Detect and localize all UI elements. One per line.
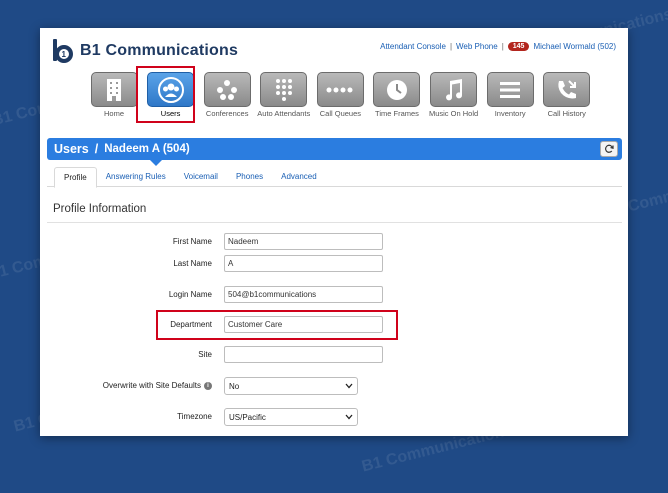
breadcrumb-separator: / — [94, 142, 99, 156]
overwrite-label-text: Overwrite with Site Defaults — [102, 381, 201, 390]
section-divider — [47, 222, 622, 223]
chevron-down-icon — [345, 383, 353, 389]
nav-inventory-label: Inventory — [494, 109, 526, 118]
tab-phones[interactable]: Phones — [227, 167, 272, 187]
site-field[interactable] — [224, 346, 383, 363]
chevron-down-icon — [345, 414, 353, 420]
tab-profile[interactable]: Profile — [54, 167, 97, 188]
nav-auto-attendants[interactable]: Auto Attendants — [256, 72, 312, 118]
nav-conferences-label: Conferences — [205, 109, 249, 118]
nav-home[interactable]: Home — [86, 72, 142, 118]
page-title: Nadeem A (504) — [104, 143, 190, 155]
nav-time-frames-label: Time Frames — [375, 109, 419, 118]
nav-time-frames[interactable]: Time Frames — [369, 72, 425, 118]
login-name-field[interactable] — [224, 286, 383, 303]
b1-logo-icon: 1 — [53, 39, 73, 63]
call-history-icon — [543, 72, 591, 107]
overwrite-label: Overwrite with Site Defaults i — [40, 381, 212, 390]
nav-call-history[interactable]: Call History — [539, 72, 595, 118]
overwrite-select-value: No — [229, 381, 240, 391]
nav-call-history-label: Call History — [547, 109, 586, 118]
page-title-bar: Users / Nadeem A (504) — [47, 138, 622, 160]
first-name-field[interactable] — [224, 233, 383, 250]
nav-inventory[interactable]: Inventory — [482, 72, 538, 118]
tab-voicemail[interactable]: Voicemail — [175, 167, 227, 187]
queue-icon — [316, 72, 364, 107]
conference-icon — [203, 72, 251, 107]
brand-logo[interactable]: 1 B1 Communications — [52, 38, 238, 64]
nav-music-on-hold[interactable]: Music On Hold — [426, 72, 482, 118]
tab-answering-rules[interactable]: Answering Rules — [97, 167, 175, 187]
title-caret — [150, 160, 162, 166]
breadcrumb-section[interactable]: Users — [54, 142, 89, 156]
first-name-label: First Name — [172, 237, 212, 246]
clock-icon — [373, 72, 421, 107]
tab-advanced[interactable]: Advanced — [272, 167, 326, 187]
section-heading: Profile Information — [53, 203, 147, 215]
refresh-icon — [605, 144, 614, 153]
separator: | — [449, 42, 453, 51]
profile-tabs: Profile Answering Rules Voicemail Phones… — [47, 167, 622, 188]
info-icon[interactable]: i — [204, 381, 212, 390]
site-label: Site — [198, 350, 212, 359]
timezone-select[interactable]: US/Pacific — [224, 408, 358, 426]
refresh-button[interactable] — [600, 141, 618, 157]
list-icon — [486, 72, 534, 107]
notification-badge[interactable]: 145 — [507, 42, 530, 51]
keypad-icon — [260, 72, 308, 107]
top-links: Attendant Console | Web Phone | 145 Mich… — [380, 42, 616, 51]
current-user-link[interactable]: Michael Wormald (502) — [533, 42, 616, 51]
brand-name: B1 Communications — [80, 42, 239, 59]
users-highlight-box — [136, 66, 195, 123]
department-highlight-box — [156, 310, 398, 340]
separator: | — [501, 42, 504, 51]
nav-call-queues[interactable]: Call Queues — [312, 72, 368, 118]
nav-auto-attendants-label: Auto Attendants — [257, 109, 311, 118]
overwrite-select[interactable]: No — [224, 377, 358, 395]
nav-music-on-hold-label: Music On Hold — [428, 109, 479, 118]
nav-home-label: Home — [103, 109, 124, 118]
last-name-field[interactable] — [224, 255, 383, 272]
login-name-label: Login Name — [168, 290, 212, 299]
music-icon — [430, 72, 478, 107]
nav-call-queues-label: Call Queues — [319, 109, 362, 118]
nav-conferences[interactable]: Conferences — [199, 72, 255, 118]
last-name-label: Last Name — [173, 259, 212, 268]
app-window: 1 B1 Communications Attendant Console | … — [40, 28, 628, 436]
web-phone-link[interactable]: Web Phone — [456, 42, 498, 51]
svg-text:1: 1 — [62, 50, 67, 59]
timezone-label: Timezone — [177, 412, 212, 421]
building-icon — [90, 72, 138, 107]
attendant-console-link[interactable]: Attendant Console — [380, 42, 446, 51]
timezone-select-value: US/Pacific — [229, 412, 266, 422]
